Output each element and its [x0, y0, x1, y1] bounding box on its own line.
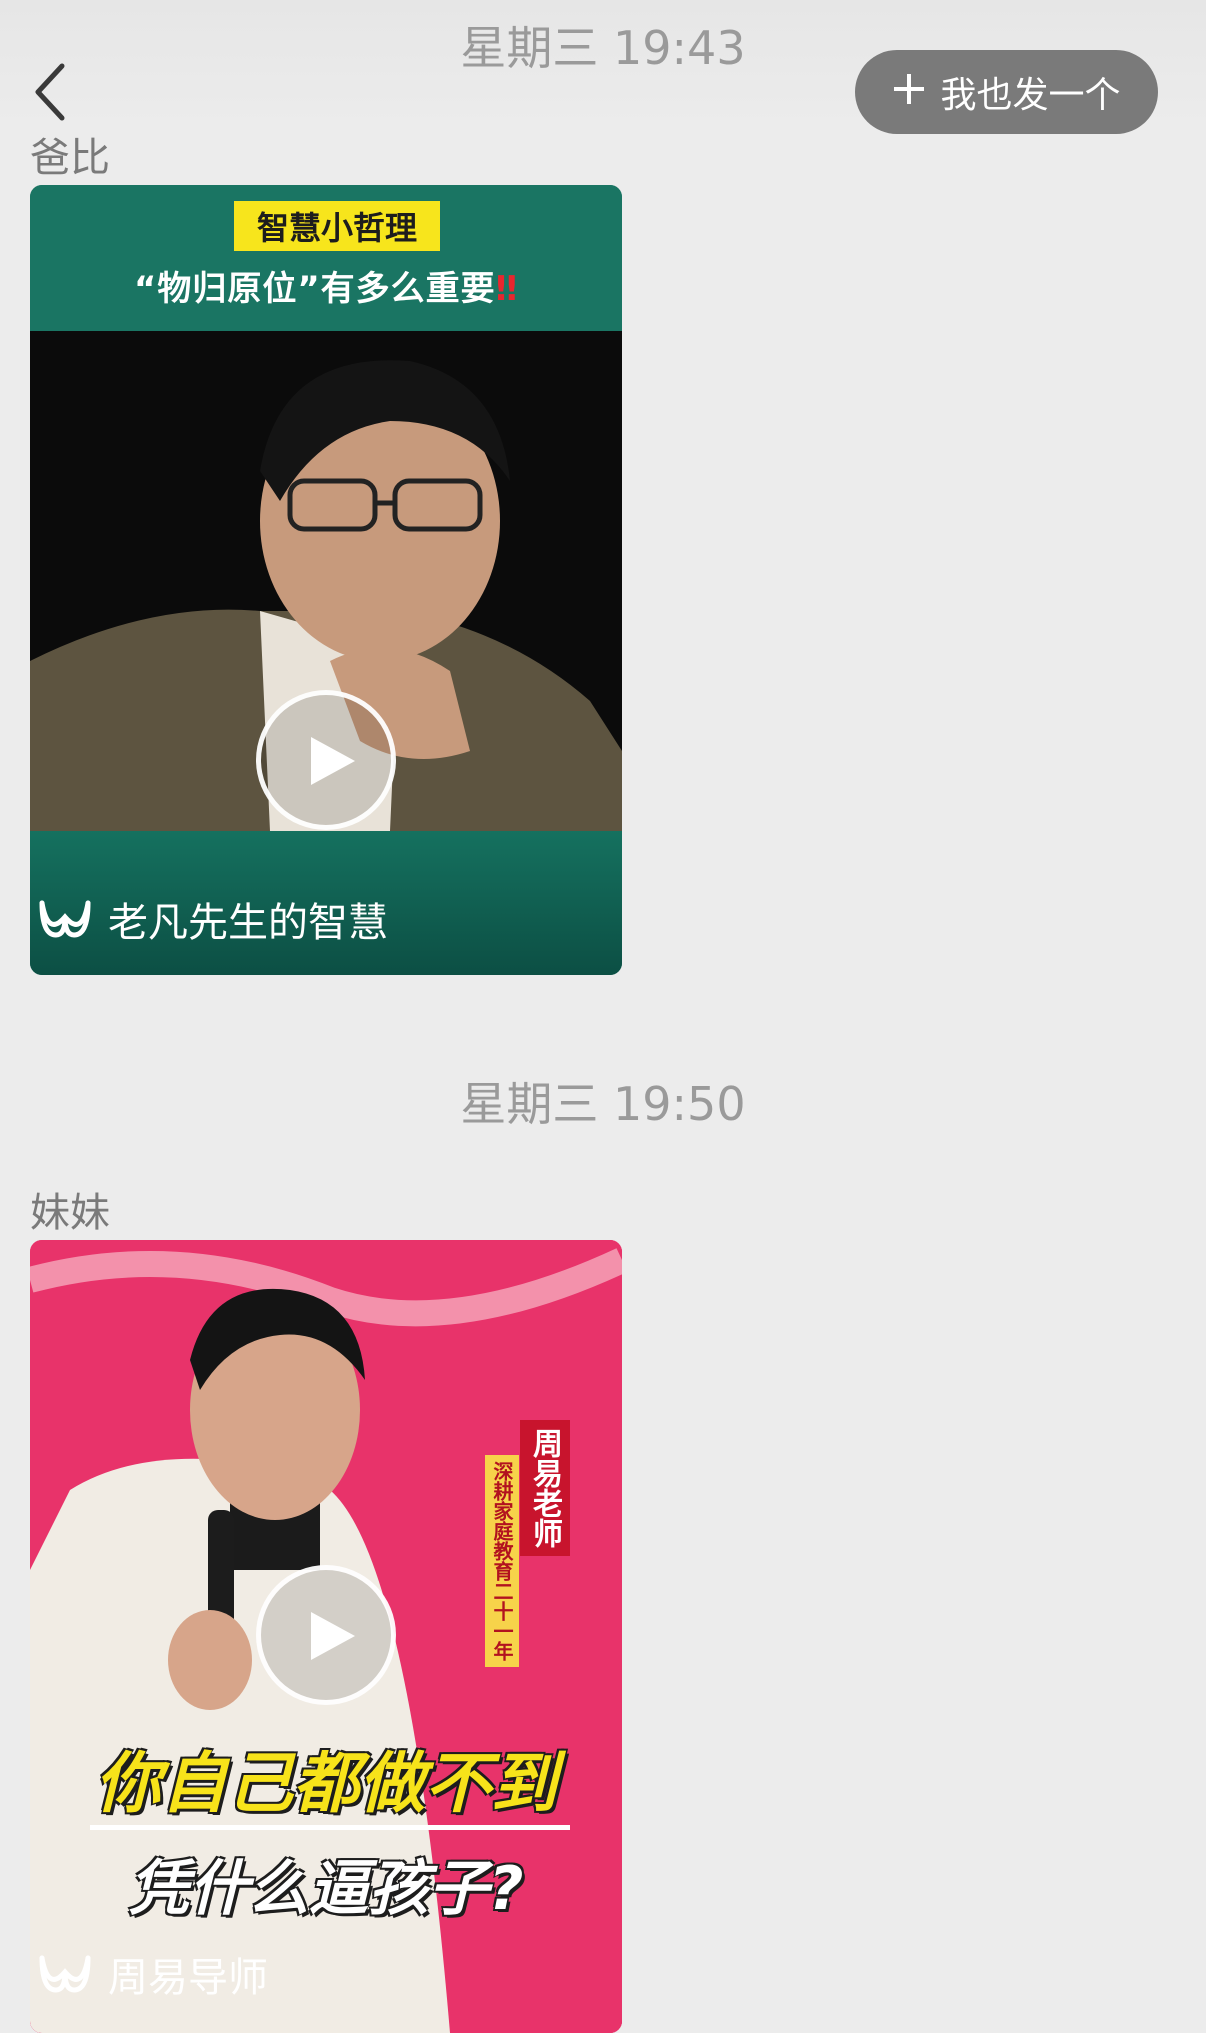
sender-name: 爸比 — [30, 135, 110, 181]
timestamp-2: 星期三 19:50 — [460, 1077, 746, 1131]
presenter-subtitle-tag: 深耕家庭教育二十一年 — [485, 1455, 519, 1667]
channel-name: 周易导师 — [108, 1955, 268, 2001]
play-icon[interactable] — [256, 690, 396, 830]
video-card[interactable]: 周易老师 深耕家庭教育二十一年 你自己都做不到 凭什么逼孩子? — [30, 1240, 622, 2033]
back-button[interactable] — [30, 60, 74, 124]
video-caption-line-1: 你自己都做不到 — [95, 1745, 557, 1822]
caption-divider — [90, 1825, 570, 1830]
play-icon[interactable] — [256, 1565, 396, 1705]
video-subtitle: “物归原位”有多么重要‼ — [30, 261, 622, 310]
double-exclamation-icon: ‼ — [495, 269, 519, 309]
plus-icon — [892, 72, 926, 113]
chevron-left-icon — [35, 63, 65, 121]
presenter-name-tag: 周易老师 — [520, 1420, 570, 1556]
channels-logo-icon — [39, 900, 91, 938]
channel-name: 老凡先生的智慧 — [108, 900, 388, 946]
post-button-label: 我也发一个 — [940, 75, 1121, 116]
video-tag: 智慧小哲理 — [234, 201, 440, 251]
video-subtitle-text: “物归原位”有多么重要 — [133, 269, 496, 309]
channel-label: 周易导师 — [38, 1945, 268, 2003]
sender-name: 妹妹 — [30, 1190, 110, 1236]
video-card[interactable]: 智慧小哲理 “物归原位”有多么重要‼ — [30, 185, 622, 975]
post-one-too-button[interactable]: 我也发一个 — [855, 50, 1158, 134]
video-caption-line-2: 凭什么逼孩子? — [128, 1854, 524, 1924]
channels-logo-icon — [39, 1955, 91, 1993]
channel-label: 老凡先生的智慧 — [38, 890, 388, 948]
